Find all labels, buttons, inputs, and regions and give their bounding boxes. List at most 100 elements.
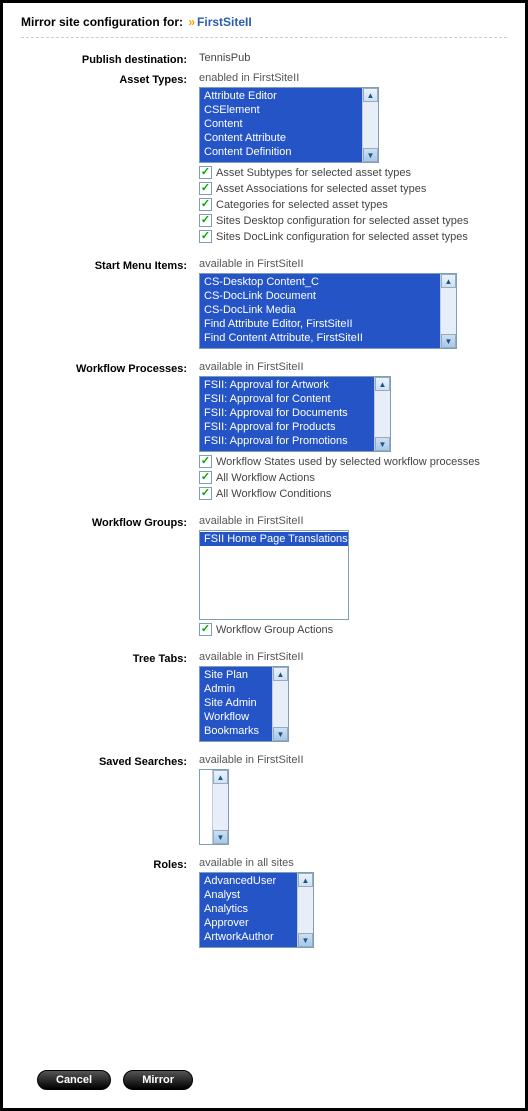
list-item[interactable]: Content <box>200 117 362 131</box>
checkbox-label: Workflow Group Actions <box>216 624 333 636</box>
list-item[interactable]: CS-Desktop Content_C <box>200 275 440 289</box>
scroll-down-icon[interactable]: ▼ <box>298 933 313 947</box>
checkbox[interactable]: ✓ <box>199 230 212 243</box>
saved-searches-hint: available in FirstSiteII <box>199 754 507 766</box>
list-item[interactable]: Analytics <box>200 902 297 916</box>
list-item[interactable]: Bookmarks <box>200 724 272 738</box>
start-menu-label: Start Menu Items: <box>21 258 199 272</box>
title-prefix: Mirror site configuration for: <box>21 15 183 29</box>
scroll-track[interactable] <box>273 681 288 727</box>
tree-tabs-label: Tree Tabs: <box>21 651 199 665</box>
roles-listbox[interactable]: AdvancedUserAnalystAnalyticsApproverArtw… <box>199 872 314 948</box>
scroll-down-icon[interactable]: ▼ <box>363 148 378 162</box>
checkbox[interactable]: ✓ <box>199 455 212 468</box>
checkbox[interactable]: ✓ <box>199 471 212 484</box>
start-menu-hint: available in FirstSiteII <box>199 258 507 270</box>
scroll-down-icon[interactable]: ▼ <box>441 334 456 348</box>
scrollbar[interactable]: ▲ ▼ <box>362 88 378 162</box>
list-item[interactable]: FSII: Approval for Promotions <box>200 434 374 448</box>
list-item[interactable]: FSII Home Page Translations <box>200 532 349 546</box>
asset-types-label: Asset Types: <box>21 72 199 86</box>
scroll-up-icon[interactable]: ▲ <box>273 667 288 681</box>
scroll-up-icon[interactable]: ▲ <box>363 88 378 102</box>
checkbox-row: ✓ Asset Subtypes for selected asset types <box>199 166 507 179</box>
scroll-track[interactable] <box>363 102 378 148</box>
scrollbar[interactable]: ▲ ▼ <box>440 274 456 348</box>
tree-tabs-listbox[interactable]: Site PlanAdminSite AdminWorkflowBookmark… <box>199 666 289 742</box>
divider <box>21 37 507 38</box>
list-item[interactable]: Content Definition <box>200 145 362 159</box>
scroll-track[interactable] <box>441 288 456 334</box>
page-title: Mirror site configuration for: »FirstSit… <box>21 15 507 29</box>
checkbox-label: Asset Associations for selected asset ty… <box>216 183 426 195</box>
scroll-down-icon[interactable]: ▼ <box>213 830 228 844</box>
workflow-groups-hint: available in FirstSiteII <box>199 515 507 527</box>
publish-destination-label: Publish destination: <box>21 52 199 66</box>
checkbox[interactable]: ✓ <box>199 623 212 636</box>
list-item[interactable]: Analyst <box>200 888 297 902</box>
checkbox[interactable]: ✓ <box>199 182 212 195</box>
checkbox[interactable]: ✓ <box>199 166 212 179</box>
scroll-track[interactable] <box>213 784 228 830</box>
cancel-button[interactable]: Cancel <box>37 1070 111 1090</box>
scroll-down-icon[interactable]: ▼ <box>375 437 390 451</box>
list-item[interactable]: Approver <box>200 916 297 930</box>
checkbox-label: All Workflow Actions <box>216 472 315 484</box>
checkbox-label: Sites Desktop configuration for selected… <box>216 215 469 227</box>
scroll-track[interactable] <box>375 391 390 437</box>
list-item[interactable]: Find Attribute Editor, FirstSiteII <box>200 317 440 331</box>
list-item[interactable]: FSII: Approval for Artwork <box>200 378 374 392</box>
site-name-link[interactable]: FirstSiteII <box>197 15 252 29</box>
breadcrumb-arrow-icon: » <box>188 15 195 29</box>
checkbox-row: ✓ Asset Associations for selected asset t… <box>199 182 507 195</box>
workflow-processes-hint: available in FirstSiteII <box>199 361 507 373</box>
start-menu-listbox[interactable]: CS-Desktop Content_CCS-DocLink DocumentC… <box>199 273 457 349</box>
scroll-down-icon[interactable]: ▼ <box>273 727 288 741</box>
checkbox[interactable]: ✓ <box>199 487 212 500</box>
list-item[interactable]: CSElement <box>200 103 362 117</box>
scroll-up-icon[interactable]: ▲ <box>213 770 228 784</box>
checkbox-row: ✓ Sites DocLink configuration for selecte… <box>199 230 507 243</box>
list-item[interactable]: Site Admin <box>200 696 272 710</box>
list-item[interactable]: FSII: Approval for Content <box>200 392 374 406</box>
checkbox-row: ✓ Workflow Group Actions <box>199 623 507 636</box>
list-item[interactable]: FSII: Approval for Products <box>200 420 374 434</box>
roles-label: Roles: <box>21 857 199 871</box>
checkbox-label: All Workflow Conditions <box>216 488 331 500</box>
scroll-track[interactable] <box>298 887 313 933</box>
checkbox-label: Sites DocLink configuration for selected… <box>216 231 468 243</box>
tree-tabs-hint: available in FirstSiteII <box>199 651 507 663</box>
list-item[interactable]: Admin <box>200 682 272 696</box>
list-item[interactable]: ArtworkAuthor <box>200 930 297 944</box>
scroll-up-icon[interactable]: ▲ <box>298 873 313 887</box>
scrollbar[interactable]: ▲ ▼ <box>272 667 288 741</box>
list-item[interactable]: Site Plan <box>200 668 272 682</box>
list-item[interactable]: CS-DocLink Document <box>200 289 440 303</box>
list-item[interactable]: Content Attribute <box>200 131 362 145</box>
scroll-up-icon[interactable]: ▲ <box>375 377 390 391</box>
list-item[interactable]: Attribute Editor <box>200 89 362 103</box>
scrollbar[interactable]: ▲ ▼ <box>297 873 313 947</box>
asset-types-listbox[interactable]: Attribute EditorCSElementContentContent … <box>199 87 379 163</box>
checkbox-row: ✓ All Workflow Conditions <box>199 487 507 500</box>
roles-hint: available in all sites <box>199 857 507 869</box>
workflow-processes-label: Workflow Processes: <box>21 361 199 375</box>
list-item[interactable]: Find Content Attribute, FirstSiteII <box>200 331 440 345</box>
list-item[interactable]: Workflow <box>200 710 272 724</box>
list-item[interactable]: FSII: Approval for Documents <box>200 406 374 420</box>
publish-destination-value: TennisPub <box>199 52 507 64</box>
workflow-groups-listbox[interactable]: FSII Home Page Translations ▲ ▼ <box>199 530 349 620</box>
checkbox-label: Workflow States used by selected workflo… <box>216 456 480 468</box>
scroll-up-icon[interactable]: ▲ <box>441 274 456 288</box>
checkbox-label: Asset Subtypes for selected asset types <box>216 167 411 179</box>
checkbox-row: ✓ Sites Desktop configuration for selecte… <box>199 214 507 227</box>
saved-searches-listbox[interactable]: ▲ ▼ <box>199 769 229 845</box>
scrollbar[interactable]: ▲ ▼ <box>212 770 228 844</box>
list-item[interactable]: CS-DocLink Media <box>200 303 440 317</box>
list-item[interactable]: AdvancedUser <box>200 874 297 888</box>
checkbox[interactable]: ✓ <box>199 198 212 211</box>
workflow-processes-listbox[interactable]: FSII: Approval for ArtworkFSII: Approval… <box>199 376 391 452</box>
checkbox[interactable]: ✓ <box>199 214 212 227</box>
mirror-button[interactable]: Mirror <box>123 1070 193 1090</box>
scrollbar[interactable]: ▲ ▼ <box>374 377 390 451</box>
